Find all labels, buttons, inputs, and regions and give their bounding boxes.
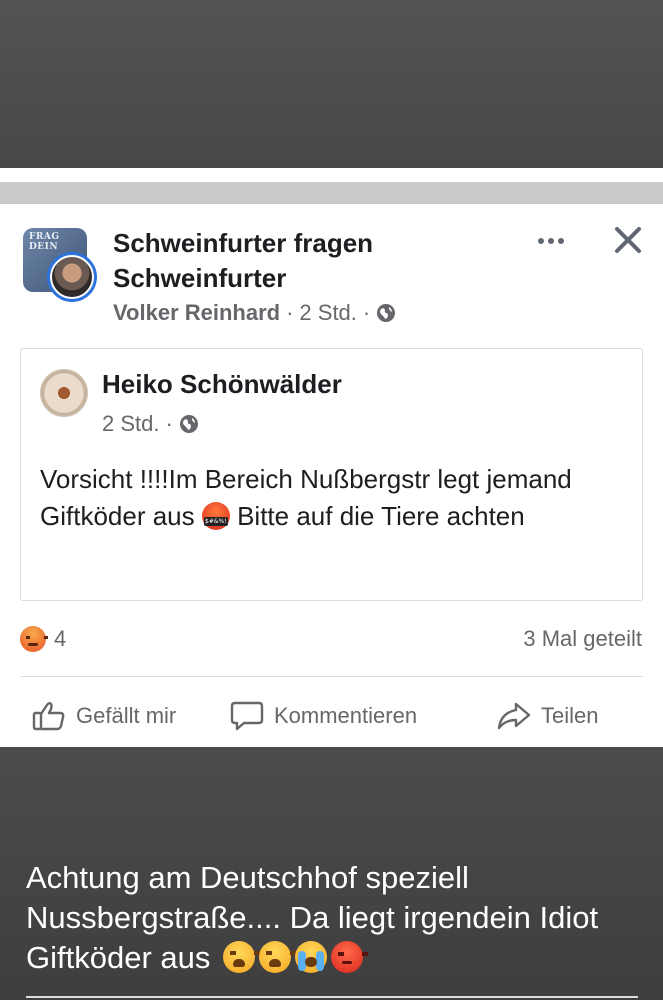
more-options-icon[interactable] xyxy=(533,228,569,254)
post-actions: Gefällt mir Kommentieren Teilen xyxy=(0,694,663,738)
group-avatar[interactable]: FRAG DEIN xyxy=(23,228,97,302)
reaction-count: 4 xyxy=(54,626,67,651)
story-gray-strip xyxy=(0,182,663,204)
story-bottom-line xyxy=(26,996,638,998)
face-with-symbols-on-mouth-icon xyxy=(201,502,230,530)
comment-label: Kommentieren xyxy=(274,703,418,728)
share-count[interactable]: 3 Mal geteilt xyxy=(523,626,642,652)
angry-reaction-icon xyxy=(20,626,48,652)
shared-meta: 2 Std. · xyxy=(102,411,199,437)
post-author[interactable]: Volker Reinhard xyxy=(113,300,280,326)
story-background-top xyxy=(0,0,663,168)
meta-separator: · xyxy=(286,300,294,325)
reactions-summary[interactable]: 4 xyxy=(20,626,66,652)
action-divider xyxy=(20,676,643,677)
globe-icon xyxy=(376,303,396,323)
shared-post[interactable]: Heiko Schönwälder 2 Std. · Vorsicht !!!!… xyxy=(20,348,643,601)
story-white-strip xyxy=(0,168,663,182)
meta-separator: · xyxy=(362,300,371,325)
comment-bubble-icon xyxy=(230,700,264,732)
group-name[interactable]: Schweinfurter fragen Schweinfurter xyxy=(113,226,443,296)
comment-button[interactable]: Kommentieren xyxy=(230,694,417,738)
share-label: Teilen xyxy=(541,703,599,728)
story-caption: Achtung am Deutschhof speziell Nussbergs… xyxy=(26,858,646,978)
weary-face-icon xyxy=(222,941,260,973)
shared-author-avatar[interactable] xyxy=(40,369,88,417)
close-icon[interactable] xyxy=(612,224,644,256)
post-meta: Volker Reinhard · 2 Std. · xyxy=(113,300,396,326)
shared-post-text: Vorsicht !!!!Im Bereich Nußbergstr legt … xyxy=(40,461,630,535)
post-time[interactable]: 2 Std. xyxy=(299,300,356,326)
meta-separator: · xyxy=(165,411,173,436)
facebook-post-card: FRAG DEIN Schweinfurter fragen Schweinfu… xyxy=(0,204,663,747)
shared-text-part2: Bitte auf die Tiere achten xyxy=(229,501,525,531)
globe-icon xyxy=(179,414,199,434)
group-avatar-text: FRAG DEIN xyxy=(29,232,60,252)
weary-face-icon xyxy=(258,941,296,973)
like-button[interactable]: Gefällt mir xyxy=(32,694,176,738)
angry-face-icon xyxy=(330,941,368,973)
like-label: Gefällt mir xyxy=(76,703,177,728)
shared-author[interactable]: Heiko Schönwälder xyxy=(102,369,342,400)
author-avatar xyxy=(47,252,97,302)
thumbs-up-icon xyxy=(32,700,66,732)
share-arrow-icon xyxy=(497,700,531,732)
loudly-crying-face-icon xyxy=(294,941,327,973)
share-button[interactable]: Teilen xyxy=(497,694,598,738)
shared-time[interactable]: 2 Std. xyxy=(102,411,159,437)
